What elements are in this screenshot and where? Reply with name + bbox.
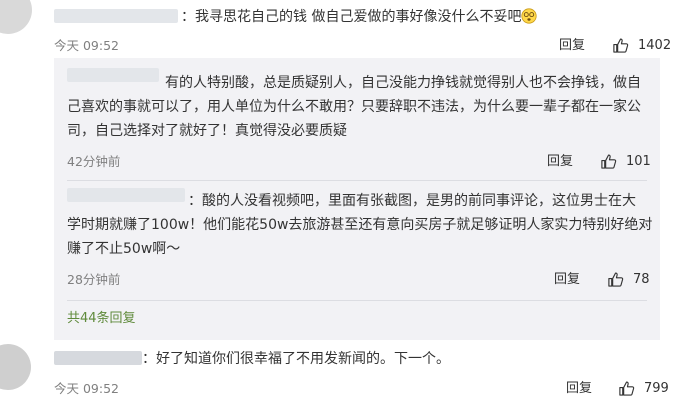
reply-text-line: ：酸的人没看视频吧，里面有张截图，是男的前同事评论，这位男士在大 bbox=[188, 193, 636, 209]
avatar[interactable] bbox=[0, 344, 31, 390]
like-count: 1402 bbox=[638, 37, 672, 53]
thumbs-up-icon bbox=[619, 381, 635, 396]
reply-button[interactable]: 回复 bbox=[547, 154, 573, 170]
like-count: 799 bbox=[644, 380, 669, 396]
like-button[interactable]: 78 bbox=[607, 271, 650, 288]
reply-text-line: 学时期就赚了100w！他们能花50w去旅游甚至还有意向买房子就足够证明人家实力特… bbox=[67, 217, 653, 233]
thumbs-up-icon bbox=[608, 272, 624, 287]
reply-username-blurred[interactable] bbox=[67, 188, 185, 202]
reply-text-line: 司，自己选择对了就好了！真觉得没必要质疑 bbox=[67, 123, 347, 139]
dizzy-face-emoji bbox=[521, 8, 538, 24]
comment-text-content: ：我寻思花自己的钱 做自己爱做的事好像没什么不妥吧 bbox=[181, 9, 522, 25]
reply-button[interactable]: 回复 bbox=[554, 272, 580, 288]
reply-divider bbox=[67, 180, 647, 181]
reply-thread: 有的人特别酸，总是质疑别人，自己没能力挣钱就觉得别人也不会挣钱，做自 己喜欢的事… bbox=[54, 58, 660, 340]
reply-username-blurred[interactable] bbox=[67, 68, 159, 82]
comment-time: 今天 09:52 bbox=[54, 381, 119, 396]
more-replies-link[interactable]: 共44条回复 bbox=[67, 311, 136, 327]
avatar[interactable] bbox=[0, 0, 32, 34]
reply-text-line: 己喜欢的事就可以了，用人单位为什么不敢用？只要辞职不违法，为什么要一辈子都在一家… bbox=[67, 99, 641, 115]
comment-time: 今天 09:52 bbox=[54, 38, 119, 53]
reply-button[interactable]: 回复 bbox=[566, 381, 592, 397]
username-blurred[interactable] bbox=[54, 351, 142, 365]
like-button[interactable]: 101 bbox=[600, 153, 651, 170]
username-blurred[interactable] bbox=[54, 9, 178, 23]
reply-text-line: 赚了不止50w啊～ bbox=[67, 241, 181, 257]
comment-text: ：我寻思花自己的钱 做自己爱做的事好像没什么不妥吧 bbox=[181, 5, 538, 29]
reply-text-line: 有的人特别酸，总是质疑别人，自己没能力挣钱就觉得别人也不会挣钱，做自 bbox=[165, 75, 641, 91]
like-count: 101 bbox=[626, 153, 651, 169]
thumbs-up-icon bbox=[601, 154, 617, 169]
like-button[interactable]: 799 bbox=[618, 380, 669, 397]
reply-time: 42分钟前 bbox=[67, 154, 121, 169]
reply-divider bbox=[67, 300, 647, 301]
reply-button[interactable]: 回复 bbox=[559, 38, 585, 54]
like-count: 78 bbox=[633, 271, 650, 287]
thumbs-up-icon bbox=[613, 38, 629, 53]
reply-time: 28分钟前 bbox=[67, 272, 121, 287]
like-button[interactable]: 1402 bbox=[612, 37, 671, 54]
comment-text: ：好了知道你们很幸福了不用发新闻的。下一个。 bbox=[142, 351, 450, 367]
